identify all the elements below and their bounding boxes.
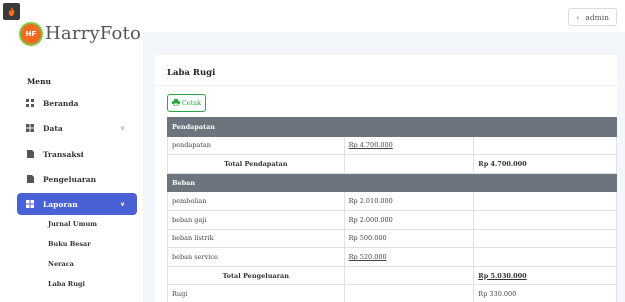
total-amount: Rp 4.700.000	[473, 154, 617, 174]
print-button-label: Cetak	[181, 99, 202, 107]
result-label: Rugi	[167, 284, 345, 302]
grid-icon	[26, 200, 34, 208]
total-amount: Rp 5.030.000	[473, 265, 617, 286]
account-name: pendapatan	[167, 135, 345, 156]
chevron-left-icon: ‹	[576, 12, 580, 22]
sidebar-item-label: Beranda	[43, 98, 79, 108]
sidebar-subitem-jurnal-umum[interactable]: Jurnal Umum	[48, 220, 97, 228]
sidebar-item-beranda[interactable]: Beranda	[17, 92, 137, 114]
account-name: beban service	[167, 247, 345, 267]
grid-icon	[26, 99, 34, 107]
chevron-down-icon: ∨	[120, 124, 125, 132]
print-button[interactable]: Cetak	[167, 94, 206, 112]
logo-badge: HF	[21, 23, 41, 44]
table-row: pembelian Rp 2.010.000	[167, 191, 617, 211]
total-pengeluaran-row: Total Pengeluaran Rp 5.030.000	[167, 265, 617, 286]
chevron-down-icon: ∨	[120, 200, 125, 208]
section-header-label: Pendapatan	[167, 117, 617, 137]
account-name: pembelian	[167, 191, 345, 211]
user-name: admin	[585, 12, 609, 22]
sidebar-item-label: Pengeluaran	[43, 174, 97, 184]
section-header-beban: Beban	[167, 172, 617, 193]
sidebar: Menu Beranda Data ∨ Transaksi Pengeluara…	[10, 62, 137, 302]
account-amount: Rp 2.010.000	[343, 191, 475, 211]
account-amount: Rp 500.000	[343, 228, 475, 249]
account-name: beban listrik	[167, 228, 345, 249]
laba-rugi-card: Laba Rugi Cetak Pendapatan pendapatan Rp…	[155, 55, 617, 302]
sidebar-item-transaksi[interactable]: Transaksi	[17, 143, 137, 165]
app-flame-icon	[3, 3, 20, 20]
sidebar-item-pengeluaran[interactable]: Pengeluaran	[17, 168, 137, 190]
table-row: beban gaji Rp 2.000.000	[167, 209, 617, 230]
document-icon	[26, 175, 34, 183]
page-title: Laba Rugi	[167, 68, 216, 78]
account-amount: Rp 2.000.000	[343, 209, 475, 230]
account-name: beban gaji	[167, 209, 345, 230]
table-row: pendapatan Rp 4.700.000	[167, 135, 617, 156]
sidebar-item-label: Laporan	[43, 199, 78, 209]
user-menu-button[interactable]: ‹ admin	[568, 8, 617, 26]
total-label: Total Pengeluaran	[167, 265, 345, 286]
sidebar-subitem-buku-besar[interactable]: Buku Besar	[48, 240, 91, 248]
card-divider	[155, 85, 617, 86]
total-pendapatan-row: Total Pendapatan Rp 4.700.000	[167, 154, 617, 174]
rugi-row: Rugi Rp 330.000	[167, 284, 617, 302]
section-header-label: Beban	[167, 172, 617, 193]
sidebar-item-label: Transaksi	[43, 149, 84, 159]
logo[interactable]: HF HarryFoto	[21, 23, 141, 44]
table-row: beban service Rp 520.000	[167, 247, 617, 267]
document-icon	[26, 150, 34, 158]
account-amount: Rp 4.700.000	[343, 135, 475, 156]
sidebar-menu-title: Menu	[27, 77, 51, 86]
laba-rugi-table: Pendapatan pendapatan Rp 4.700.000 Total…	[167, 117, 617, 302]
logo-text: HarryFoto	[45, 23, 142, 44]
sidebar-item-laporan[interactable]: Laporan ∨	[17, 193, 137, 215]
sidebar-item-data[interactable]: Data ∨	[17, 117, 137, 139]
sidebar-subitem-neraca[interactable]: Neraca	[48, 260, 74, 268]
total-label: Total Pendapatan	[167, 154, 345, 174]
grid-icon	[26, 124, 34, 132]
section-header-pendapatan: Pendapatan	[167, 117, 617, 137]
sidebar-subitem-laba-rugi[interactable]: Laba Rugi	[48, 280, 85, 288]
sidebar-item-label: Data	[43, 123, 63, 133]
printer-icon	[171, 98, 180, 108]
result-amount: Rp 330.000	[473, 284, 617, 302]
account-amount: Rp 520.000	[343, 247, 475, 267]
table-row: beban listrik Rp 500.000	[167, 228, 617, 249]
